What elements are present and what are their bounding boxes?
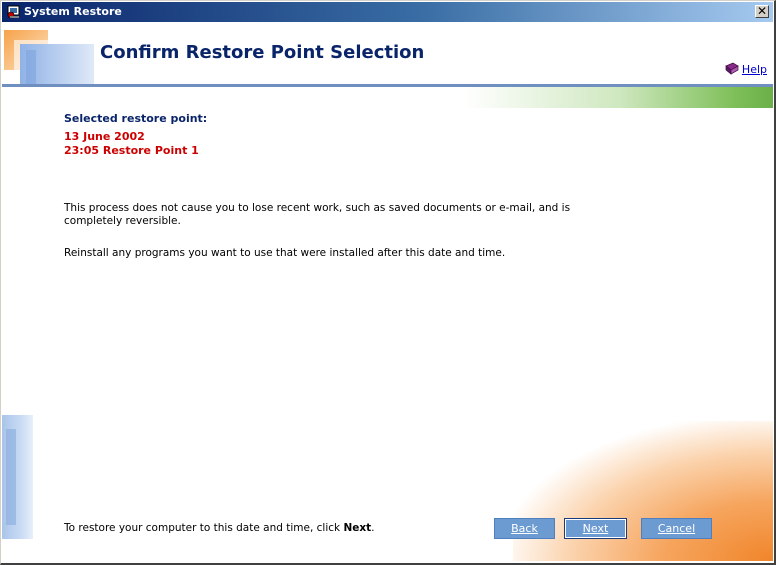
cancel-button[interactable]: Cancel: [641, 518, 712, 539]
right-decorative-accent: [513, 421, 773, 561]
next-button[interactable]: Next: [564, 518, 627, 539]
selected-restore-point-name: 23:05 Restore Point 1: [64, 144, 199, 157]
close-icon: ✕: [756, 4, 768, 18]
close-button[interactable]: ✕: [755, 5, 769, 18]
instruction-suffix: .: [371, 522, 375, 534]
left-decorative-accent: [2, 415, 33, 539]
help-link[interactable]: Help: [724, 62, 767, 76]
info-paragraph-reversible: This process does not cause you to lose …: [64, 202, 571, 227]
instruction-next-emphasis: Next: [343, 522, 372, 534]
back-button[interactable]: Back: [494, 518, 555, 539]
instruction-prefix: To restore your computer to this date an…: [64, 522, 344, 534]
title-bar[interactable]: System Restore ✕: [2, 2, 773, 22]
help-label: Help: [741, 62, 767, 76]
page-title: Confirm Restore Point Selection: [100, 42, 425, 63]
header-green-band: [2, 87, 773, 108]
help-book-icon: [725, 62, 739, 75]
selected-restore-point-date: 13 June 2002: [64, 130, 145, 143]
info-paragraph-reinstall: Reinstall any programs you want to use t…: [64, 247, 506, 259]
wizard-header: Confirm Restore Point Selection Help: [2, 22, 773, 84]
system-restore-window: System Restore ✕ Confirm Restore Point S…: [0, 0, 776, 565]
window-title: System Restore: [24, 5, 122, 18]
system-restore-icon: [7, 5, 20, 19]
restore-instruction: To restore your computer to this date an…: [64, 522, 374, 534]
left-accent-stripe: [6, 429, 16, 525]
selected-restore-point-label: Selected restore point:: [64, 112, 208, 125]
